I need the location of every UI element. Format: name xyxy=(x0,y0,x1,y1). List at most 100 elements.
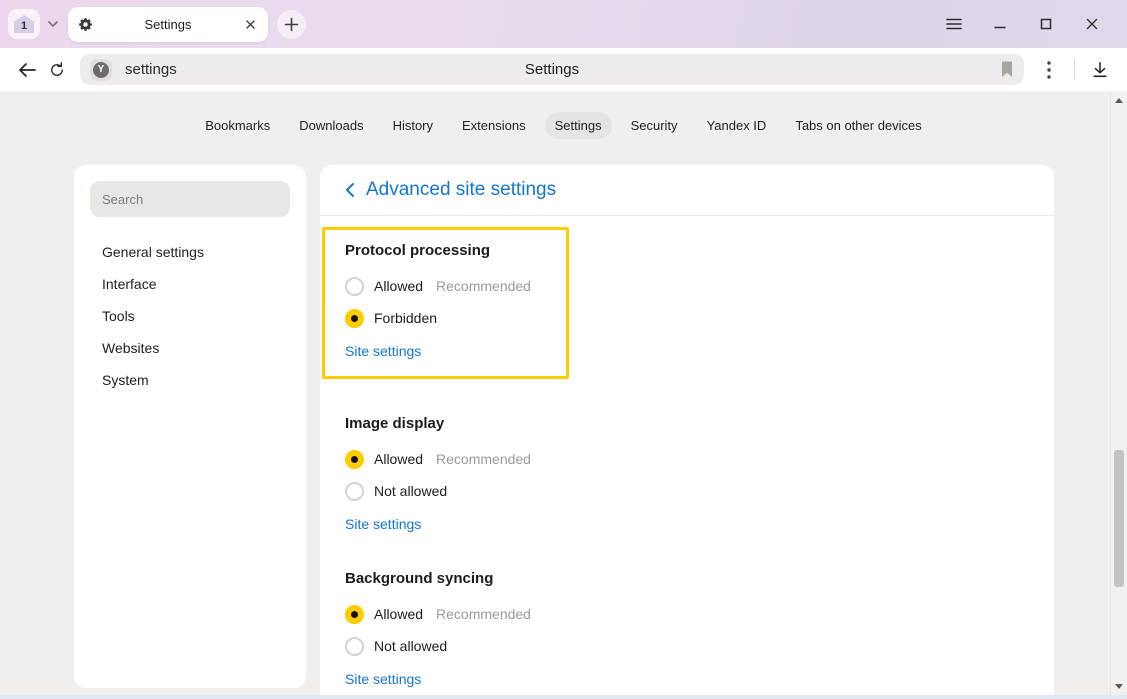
toolbar-more-button[interactable] xyxy=(1034,55,1064,85)
sidebar-item-websites[interactable]: Websites xyxy=(90,332,290,364)
settings-page: Bookmarks Downloads History Extensions Setti… xyxy=(0,91,1127,699)
download-icon xyxy=(1091,61,1109,79)
window-controls xyxy=(945,15,1113,33)
url-text: settings xyxy=(125,61,177,78)
option-label: Not allowed xyxy=(374,483,447,499)
scrollbar-thumb[interactable] xyxy=(1114,450,1124,587)
scroll-up-button[interactable] xyxy=(1111,93,1127,107)
kebab-menu-icon xyxy=(1047,61,1051,79)
option-label: Forbidden xyxy=(374,310,437,326)
settings-sidebar: General settingsInterfaceToolsWebsitesSy… xyxy=(74,165,306,688)
maximize-window-button[interactable] xyxy=(1037,15,1055,33)
gear-icon xyxy=(77,16,94,33)
triangle-down-icon xyxy=(1115,684,1123,689)
nav-tab-yandex-id[interactable]: Yandex ID xyxy=(697,112,777,139)
bookmark-flag-icon xyxy=(1000,61,1014,78)
downloads-button[interactable] xyxy=(1085,55,1115,85)
radio-option-protocol-processing-allowed[interactable]: Allowed Recommended xyxy=(345,270,556,302)
sidebar-item-general-settings[interactable]: General settings xyxy=(90,236,290,268)
close-icon xyxy=(1085,17,1099,31)
nav-tab-security[interactable]: Security xyxy=(621,112,688,139)
sidebar-item-system[interactable]: System xyxy=(90,364,290,396)
page-heading: Advanced site settings xyxy=(366,179,556,201)
scroll-down-button[interactable] xyxy=(1111,679,1127,693)
tab-settings[interactable]: Settings xyxy=(68,7,268,42)
settings-section-protocol-processing: Protocol processingAllowedRecommendedFor… xyxy=(322,227,569,379)
option-label: Not allowed xyxy=(374,638,447,654)
new-tab-button[interactable] xyxy=(277,10,306,39)
radio-option-protocol-processing-forbidden[interactable]: Forbidden xyxy=(345,302,556,334)
nav-tab-tabs-on-other-devices[interactable]: Tabs on other devices xyxy=(785,112,931,139)
radio-option-background-syncing-allowed[interactable]: Allowed Recommended xyxy=(345,598,1054,630)
settings-section-image-display: Image display Allowed Recommended Not allow… xyxy=(345,415,1054,534)
settings-main-panel: Advanced site settings Protocol processi… xyxy=(320,165,1054,697)
arrow-left-icon xyxy=(18,62,37,78)
option-label: Allowed xyxy=(374,606,423,622)
nav-tab-history[interactable]: History xyxy=(383,112,443,139)
triangle-up-icon xyxy=(1115,98,1123,103)
chevron-down-icon xyxy=(46,17,60,31)
scrollbar xyxy=(1110,91,1127,699)
settings-sections: Protocol processingAllowedRecommendedFor… xyxy=(320,227,1054,689)
address-bar[interactable]: Y settings Settings xyxy=(80,54,1024,85)
radio-unselected-icon[interactable] xyxy=(345,637,364,656)
tab-group-count: 1 xyxy=(21,20,27,32)
minimize-icon xyxy=(993,17,1007,31)
back-to-websites-header[interactable]: Advanced site settings xyxy=(320,165,1054,216)
nav-tab-settings[interactable]: Settings xyxy=(545,112,612,139)
plus-icon xyxy=(284,17,299,32)
tab-list-chevron-button[interactable] xyxy=(46,17,60,31)
radio-option-image-display-allowed[interactable]: Allowed Recommended xyxy=(345,443,1054,475)
settings-layout: General settingsInterfaceToolsWebsitesSy… xyxy=(74,165,1127,697)
page-title: Settings xyxy=(80,61,1024,78)
tab-close-button[interactable] xyxy=(242,16,259,33)
settings-nav: Bookmarks Downloads History Extensions Setti… xyxy=(0,91,1127,139)
site-settings-link-background-syncing[interactable]: Site settings xyxy=(345,671,421,687)
chevron-left-icon xyxy=(345,182,355,198)
tab-title: Settings xyxy=(94,17,242,32)
bookmark-button[interactable] xyxy=(1000,61,1014,78)
settings-section-background-syncing: Background syncing Allowed Recommended Not … xyxy=(345,570,1054,689)
option-label: Allowed xyxy=(374,451,423,467)
option-note: Recommended xyxy=(436,278,531,294)
radio-selected-icon[interactable] xyxy=(345,605,364,624)
section-title: Image display xyxy=(345,415,1054,432)
tab-group-badge[interactable]: 1 xyxy=(8,9,40,39)
back-button[interactable] xyxy=(12,55,42,85)
browser-menu-button[interactable] xyxy=(945,15,963,33)
tab-group-shape-icon: 1 xyxy=(14,15,34,33)
yandex-logo-icon: Y xyxy=(93,62,109,78)
browser-toolbar: Y settings Settings xyxy=(0,48,1127,91)
maximize-icon xyxy=(1039,17,1053,31)
site-settings-link-protocol-processing[interactable]: Site settings xyxy=(345,343,421,359)
browser-window: 1 Settings xyxy=(0,0,1127,699)
radio-option-background-syncing-not-allowed[interactable]: Not allowed xyxy=(345,630,1054,662)
close-icon xyxy=(244,18,257,31)
window-bottom-edge xyxy=(0,695,1127,699)
radio-unselected-icon[interactable] xyxy=(345,482,364,501)
option-note: Recommended xyxy=(436,606,531,622)
option-label: Allowed xyxy=(374,278,423,294)
section-title: Background syncing xyxy=(345,570,1054,587)
radio-selected-icon[interactable] xyxy=(345,309,364,328)
radio-unselected-icon[interactable] xyxy=(345,277,364,296)
minimize-window-button[interactable] xyxy=(991,15,1009,33)
sidebar-menu: General settingsInterfaceToolsWebsitesSy… xyxy=(90,236,290,396)
option-note: Recommended xyxy=(436,451,531,467)
nav-tab-downloads[interactable]: Downloads xyxy=(289,112,373,139)
sidebar-item-interface[interactable]: Interface xyxy=(90,268,290,300)
site-settings-link-image-display[interactable]: Site settings xyxy=(345,516,421,532)
site-protect-badge[interactable]: Y xyxy=(90,59,112,81)
nav-tab-bookmarks[interactable]: Bookmarks xyxy=(195,112,280,139)
refresh-button[interactable] xyxy=(42,55,72,85)
toolbar-divider xyxy=(1074,60,1075,80)
search-input[interactable] xyxy=(90,181,290,217)
radio-selected-icon[interactable] xyxy=(345,450,364,469)
nav-tab-extensions[interactable]: Extensions xyxy=(452,112,536,139)
sidebar-item-tools[interactable]: Tools xyxy=(90,300,290,332)
radio-option-image-display-not-allowed[interactable]: Not allowed xyxy=(345,475,1054,507)
hamburger-menu-icon xyxy=(946,17,962,31)
refresh-icon xyxy=(48,61,66,79)
tab-strip: 1 Settings xyxy=(0,0,1127,48)
close-window-button[interactable] xyxy=(1083,15,1101,33)
